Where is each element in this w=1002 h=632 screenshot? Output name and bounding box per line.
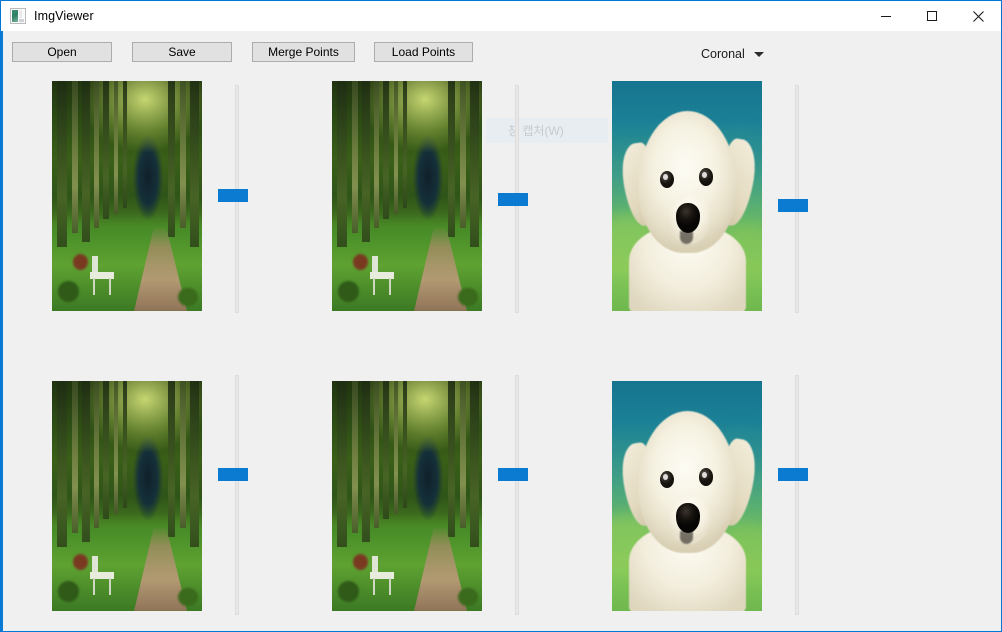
maximize-button[interactable] bbox=[909, 1, 955, 31]
slider-thumb[interactable] bbox=[498, 193, 528, 206]
slider-thumb[interactable] bbox=[778, 468, 808, 481]
pane-r2c2[interactable] bbox=[332, 381, 482, 611]
slider-thumb[interactable] bbox=[218, 189, 248, 202]
white-chair bbox=[89, 555, 114, 595]
save-button[interactable]: Save bbox=[132, 42, 232, 62]
title-bar: ImgViewer bbox=[1, 1, 1001, 31]
slider-thumb[interactable] bbox=[498, 468, 528, 481]
forest-path-image bbox=[332, 81, 482, 311]
slider-thumb[interactable] bbox=[778, 199, 808, 212]
close-button[interactable] bbox=[955, 1, 1001, 31]
puppy-eye-right bbox=[699, 168, 714, 186]
minimize-button[interactable] bbox=[863, 1, 909, 31]
image-window-icon bbox=[10, 8, 26, 24]
slider-r1c3[interactable] bbox=[778, 85, 808, 313]
minimize-icon bbox=[881, 16, 891, 17]
close-icon bbox=[972, 10, 984, 22]
load-points-button[interactable]: Load Points bbox=[374, 42, 473, 62]
puppy-image bbox=[612, 81, 762, 311]
window-title: ImgViewer bbox=[34, 9, 94, 23]
white-chair bbox=[89, 255, 114, 295]
chevron-down-icon bbox=[753, 51, 764, 57]
merge-points-button[interactable]: Merge Points bbox=[252, 42, 355, 62]
pane-r1c2[interactable] bbox=[332, 81, 482, 311]
window-controls bbox=[863, 1, 1001, 31]
slider-track[interactable] bbox=[515, 375, 519, 615]
pane-r1c3[interactable] bbox=[612, 81, 762, 311]
forest-path-image bbox=[52, 81, 202, 311]
slider-r2c2[interactable] bbox=[498, 375, 528, 615]
white-chair bbox=[369, 555, 394, 595]
slider-thumb[interactable] bbox=[218, 468, 248, 481]
slider-r2c1[interactable] bbox=[218, 375, 248, 615]
slider-r2c3[interactable] bbox=[778, 375, 808, 615]
slider-r1c2[interactable] bbox=[498, 85, 528, 313]
app-window: ImgViewer Open Save Merge Points Load Po… bbox=[0, 0, 1002, 632]
toolbar: Open Save Merge Points Load Points bbox=[3, 31, 1001, 63]
slider-track[interactable] bbox=[235, 375, 239, 615]
open-button[interactable]: Open bbox=[12, 42, 112, 62]
view-plane-value: Coronal bbox=[701, 47, 745, 61]
forest-path-image bbox=[332, 381, 482, 611]
pane-r2c3[interactable] bbox=[612, 381, 762, 611]
white-chair bbox=[369, 255, 394, 295]
view-plane-dropdown[interactable]: Coronal bbox=[701, 45, 764, 63]
pane-r1c1[interactable] bbox=[52, 81, 202, 311]
puppy-nose bbox=[675, 502, 700, 533]
slider-track[interactable] bbox=[795, 375, 799, 615]
pane-r2c1[interactable] bbox=[52, 381, 202, 611]
puppy-nose bbox=[675, 202, 700, 233]
slider-r1c1[interactable] bbox=[218, 85, 248, 313]
puppy-image bbox=[612, 381, 762, 611]
snip-overlay-ghost: 창 캡처(W) bbox=[486, 118, 608, 143]
forest-path-image bbox=[52, 381, 202, 611]
puppy-eye-right bbox=[699, 468, 714, 486]
maximize-icon bbox=[927, 11, 937, 21]
